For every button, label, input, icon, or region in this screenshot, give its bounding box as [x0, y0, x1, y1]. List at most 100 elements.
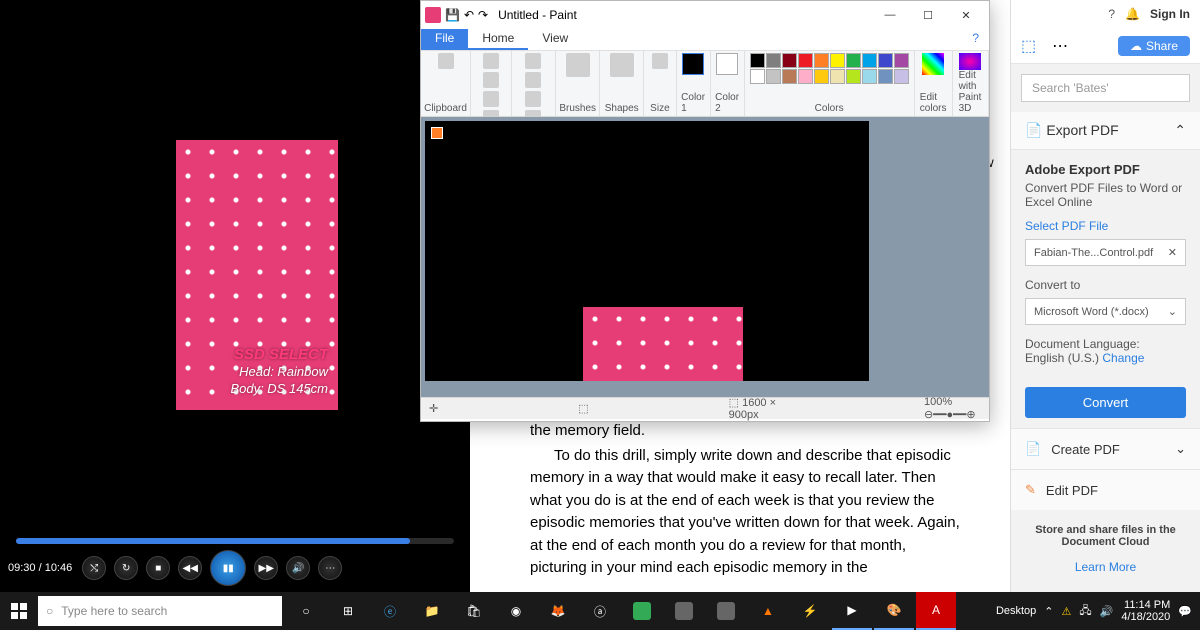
- palette-swatch[interactable]: [894, 53, 909, 68]
- palette-swatch[interactable]: [766, 69, 781, 84]
- help-icon[interactable]: ?: [1108, 7, 1115, 21]
- palette-swatch[interactable]: [766, 53, 781, 68]
- signin-link[interactable]: Sign In: [1150, 7, 1190, 21]
- pencil-icon[interactable]: [525, 53, 541, 69]
- resize-icon[interactable]: [483, 91, 499, 107]
- canvas[interactable]: [425, 121, 869, 381]
- color2-swatch[interactable]: [716, 53, 738, 75]
- taskview-icon[interactable]: ⊞: [328, 592, 368, 630]
- palette-swatch[interactable]: [798, 53, 813, 68]
- export-pdf-header[interactable]: 📄 Export PDF ⌃: [1011, 112, 1200, 150]
- bell-icon[interactable]: 🔔: [1125, 7, 1140, 21]
- more-button[interactable]: ⋯: [318, 556, 342, 580]
- palette-swatch[interactable]: [798, 69, 813, 84]
- acrobat-icon[interactable]: A: [916, 592, 956, 630]
- palette-swatch[interactable]: [878, 53, 893, 68]
- palette-swatch[interactable]: [862, 53, 877, 68]
- share-button[interactable]: ☁Share: [1118, 36, 1190, 56]
- crop-icon[interactable]: [483, 72, 499, 88]
- edit-pdf-item[interactable]: ✎Edit PDF: [1011, 469, 1200, 510]
- stop-button[interactable]: ■: [146, 556, 170, 580]
- color1-swatch[interactable]: [682, 53, 704, 75]
- redo-icon[interactable]: ↷: [478, 8, 488, 22]
- notifications-icon[interactable]: 💬: [1178, 605, 1192, 618]
- shapes-icon[interactable]: [610, 53, 634, 77]
- paint-titlebar[interactable]: 💾 ↶ ↷ Untitled - Paint — ☐ ✕: [421, 1, 989, 29]
- taskbar: ○Type here to search ○ ⊞ ⓔ 📁 🛍 ◉ 🦊 ⓐ ▲ ⚡…: [0, 592, 1200, 630]
- undo-icon[interactable]: ↶: [464, 8, 474, 22]
- learn-more-link[interactable]: Learn More: [1075, 560, 1136, 574]
- overlay-line2: Head: Rainbow: [230, 364, 328, 381]
- palette-swatch[interactable]: [750, 69, 765, 84]
- maximize-button[interactable]: ☐: [909, 3, 947, 27]
- amazon-icon[interactable]: ⓐ: [580, 592, 620, 630]
- edit-colors-icon[interactable]: [922, 53, 944, 75]
- pasted-image[interactable]: [583, 307, 743, 381]
- paint3d-icon[interactable]: [959, 53, 981, 70]
- desktop-label[interactable]: Desktop: [996, 605, 1036, 617]
- brush-icon[interactable]: [566, 53, 590, 77]
- app-icon-3[interactable]: [706, 592, 746, 630]
- app-icon[interactable]: [622, 592, 662, 630]
- palette-swatch[interactable]: [846, 69, 861, 84]
- explorer-icon[interactable]: 📁: [412, 592, 452, 630]
- fill-icon[interactable]: [525, 72, 541, 88]
- firefox-icon[interactable]: 🦊: [538, 592, 578, 630]
- prev-button[interactable]: ◀◀: [178, 556, 202, 580]
- palette-swatch[interactable]: [750, 53, 765, 68]
- select-icon[interactable]: [483, 53, 499, 69]
- size-icon[interactable]: [652, 53, 668, 69]
- minimize-button[interactable]: —: [871, 3, 909, 27]
- wmp-icon[interactable]: ▶: [832, 592, 872, 630]
- play-pause-button[interactable]: ▮▮: [210, 550, 246, 586]
- convert-format-select[interactable]: Microsoft Word (*.docx)⌄: [1025, 298, 1186, 325]
- tool-icon[interactable]: ⬚: [1021, 36, 1036, 56]
- tab-home[interactable]: Home: [468, 29, 528, 50]
- change-link[interactable]: Change: [1102, 351, 1144, 365]
- chrome-icon[interactable]: ◉: [496, 592, 536, 630]
- warning-icon[interactable]: ⚠: [1062, 605, 1072, 618]
- adobe-search[interactable]: Search 'Bates': [1021, 74, 1190, 102]
- create-pdf-item[interactable]: 📄Create PDF⌄: [1011, 428, 1200, 469]
- paint-icon[interactable]: 🎨: [874, 592, 914, 630]
- tray-chevron-icon[interactable]: ⌃: [1044, 605, 1053, 618]
- network-icon[interactable]: 🖧: [1079, 602, 1091, 621]
- help-icon[interactable]: ?: [962, 29, 989, 50]
- close-icon[interactable]: ✕: [1168, 246, 1177, 259]
- paste-icon[interactable]: [438, 53, 454, 69]
- palette-swatch[interactable]: [830, 69, 845, 84]
- selected-file[interactable]: Fabian-The...Control.pdf✕: [1025, 239, 1186, 266]
- taskbar-search[interactable]: ○Type here to search: [38, 596, 282, 626]
- clock[interactable]: 11:14 PM 4/18/2020: [1121, 599, 1170, 623]
- shuffle-button[interactable]: ⤭: [82, 556, 106, 580]
- winamp-icon[interactable]: ⚡: [790, 592, 830, 630]
- store-icon[interactable]: 🛍: [454, 592, 494, 630]
- palette-swatch[interactable]: [782, 69, 797, 84]
- vlc-icon[interactable]: ▲: [748, 592, 788, 630]
- format-value: Microsoft Word (*.docx): [1034, 306, 1149, 318]
- date: 4/18/2020: [1121, 611, 1170, 623]
- tab-view[interactable]: View: [528, 29, 582, 50]
- volume-icon[interactable]: 🔊: [1100, 605, 1114, 618]
- palette-swatch[interactable]: [878, 69, 893, 84]
- save-icon[interactable]: 💾: [445, 8, 460, 22]
- close-button[interactable]: ✕: [947, 3, 985, 27]
- start-button[interactable]: [0, 592, 38, 630]
- tab-file[interactable]: File: [421, 29, 468, 50]
- palette-swatch[interactable]: [862, 69, 877, 84]
- palette-swatch[interactable]: [830, 53, 845, 68]
- more-icon[interactable]: ⋯: [1052, 36, 1068, 56]
- palette-swatch[interactable]: [894, 69, 909, 84]
- repeat-button[interactable]: ↻: [114, 556, 138, 580]
- edge-icon[interactable]: ⓔ: [370, 592, 410, 630]
- app-icon-2[interactable]: [664, 592, 704, 630]
- palette-swatch[interactable]: [846, 53, 861, 68]
- palette-swatch[interactable]: [814, 69, 829, 84]
- palette-swatch[interactable]: [782, 53, 797, 68]
- cortana-icon[interactable]: ○: [286, 592, 326, 630]
- text-icon[interactable]: [525, 91, 541, 107]
- next-button[interactable]: ▶▶: [254, 556, 278, 580]
- mute-button[interactable]: 🔊: [286, 556, 310, 580]
- convert-button[interactable]: Convert: [1025, 387, 1186, 418]
- palette-swatch[interactable]: [814, 53, 829, 68]
